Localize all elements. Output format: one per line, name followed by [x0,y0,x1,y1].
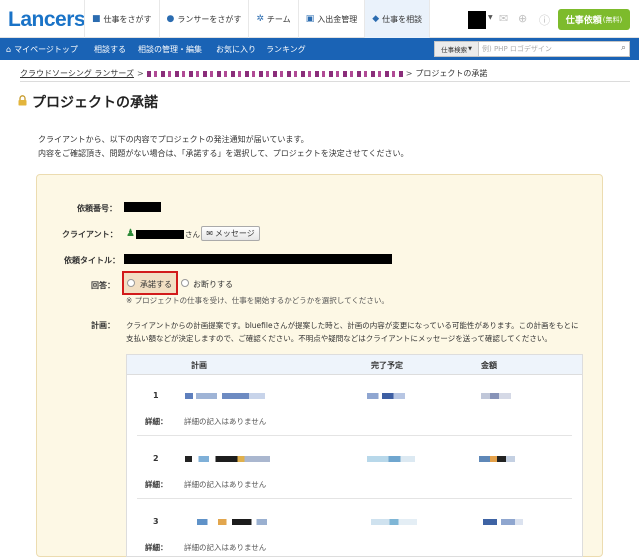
plan-label: 計画： [91,321,115,330]
plan-row-1-amount-redacted [481,393,511,399]
plan-row-3-plan-redacted [197,519,267,525]
lancers-logo[interactable]: Lancers [8,8,86,32]
mail-icon[interactable]: ✉ [499,12,508,25]
search-category-select[interactable]: 仕事検索 ▼ [435,42,479,56]
order-work-button[interactable]: 仕事依頼 (無料) [558,9,630,30]
plan-row-1-detail-label: 詳細： [145,417,168,426]
nav-find-lancer[interactable]: ● ランサーをさがす [158,0,249,38]
plan-table-header: 計画 完了予定 金額 [127,355,582,375]
avatar[interactable] [468,11,486,29]
search-input[interactable] [482,43,612,55]
nav-find-work-label: 仕事をさがす [103,14,152,24]
nav-payments-label: 入出金管理 [317,14,358,24]
global-nav: ■ 仕事をさがす ● ランサーをさがす ✲ チーム ▣ 入出金管理 ◆ 仕事を相… [84,0,431,38]
decline-radio[interactable] [181,279,189,287]
plan-table: 計画 完了予定 金額 1 詳細： 詳細の記入はありません 2 詳細： 詳細の記入… [126,354,583,557]
plan-row-2-plan-redacted [185,456,270,462]
plan-row-1-date-redacted [367,393,405,399]
search-icon[interactable]: ⌕ [621,43,626,53]
plan-description: クライアントからの計画提案です。bluefileさんが提案した時と、計画の内容が… [126,321,579,343]
folder-icon: ■ [92,14,101,24]
team-icon: ✲ [256,14,264,24]
plan-row-3-num: 3 [153,517,159,526]
subnav-consult[interactable]: 相談する [94,38,126,60]
chevron-down-icon[interactable]: ▼ [488,14,493,21]
plan-row-1-num: 1 [153,391,159,400]
home-icon: ⌂ [6,44,12,54]
help-icon[interactable]: ⓘ [539,12,550,28]
breadcrumb-redacted-link[interactable] [146,70,403,77]
answer-note: ※ プロジェクトの仕事を受け、仕事を開始するかどうかを選択してください。 [126,296,389,305]
breadcrumb-current: プロジェクトの承諾 [415,69,488,78]
order-work-label: 仕事依頼 [565,16,602,26]
chat-icon: ◆ [372,14,380,24]
plan-row-3-detail-label: 詳細： [145,543,168,552]
request-title-value[interactable] [124,254,392,264]
plan-row-2-detail-label: 詳細： [145,480,168,489]
plan-row-2-amount-redacted [479,456,515,462]
person-icon: ♟ [126,228,135,239]
th-amount: 金額 [481,361,497,370]
nav-team-label: チーム [266,14,291,24]
client-name[interactable] [136,230,184,239]
wallet-icon: ▣ [305,14,315,24]
message-button[interactable]: ✉ メッセージ [201,226,260,241]
search-category-label: 仕事検索 [441,46,468,54]
nav-team[interactable]: ✲ チーム [248,0,297,38]
plan-row-2-num: 2 [153,454,159,463]
search-box: 仕事検索▼ ⌕ [434,41,630,57]
plan-row-3-amount-redacted [483,519,523,525]
order-work-sub: (無料) [602,15,623,24]
th-plan: 計画 [191,361,207,370]
subnav-mypage-label: マイページトップ [14,44,78,54]
globe-icon[interactable]: ⊕ [518,12,527,25]
plan-row-3-date-redacted [371,519,417,525]
intro-text: クライアントから、以下の内容でプロジェクトの発注通知が届いています。 内容をご確… [38,133,409,161]
request-no-value [124,202,161,212]
th-due-date: 完了予定 [371,361,403,370]
subnav-manage[interactable]: 相談の管理・編集 [138,38,202,60]
plan-row-2-detail: 詳細の記入はありません [184,480,267,489]
nav-payments[interactable]: ▣ 入出金管理 [297,0,365,38]
envelope-icon: ✉ [206,229,213,238]
nav-consult[interactable]: ◆ 仕事を相談 [364,0,431,38]
plan-row-3-detail: 詳細の記入はありません [184,543,267,552]
nav-find-work[interactable]: ■ 仕事をさがす [84,0,159,38]
page-title: プロジェクトの承諾 [32,95,158,111]
top-bar: Lancers ■ 仕事をさがす ● ランサーをさがす ✲ チーム ▣ 入出金管… [0,0,639,38]
message-button-label: メッセージ [214,229,255,238]
breadcrumb: クラウドソーシング ランサーズ > > プロジェクトの承諾 [20,68,630,82]
intro-line-1: クライアントから、以下の内容でプロジェクトの発注通知が届いています。 [38,135,309,144]
accept-radio[interactable] [127,279,135,287]
accept-label[interactable]: 承諾する [140,279,172,290]
plan-row-2-date-redacted [367,456,415,462]
answer-label: 回答： [91,281,115,290]
request-no-label: 依頼番号： [77,204,117,213]
nav-find-lancer-label: ランサーをさがす [177,14,242,24]
user-icon: ● [166,14,175,24]
request-title-label: 依頼タイトル： [64,256,120,265]
lock-icon [18,95,27,106]
client-label: クライアント： [62,230,118,239]
breadcrumb-root[interactable]: クラウドソーシング ランサーズ [20,69,134,78]
subnav-mypage[interactable]: ⌂ マイページトップ [6,38,78,60]
subnav-ranking[interactable]: ランキング [266,38,306,60]
decline-label[interactable]: お断りする [193,279,233,290]
subnav-favorites[interactable]: お気に入り [216,38,256,60]
intro-line-2: 内容をご確認頂き、問題がない場合は、「承諾する」を選択して、プロジェクトを決定さ… [38,149,409,158]
client-suffix: さん [185,230,200,239]
nav-consult-label: 仕事を相談 [382,14,423,24]
plan-row-1-plan-redacted [185,393,265,399]
plan-row-1-detail: 詳細の記入はありません [184,417,267,426]
